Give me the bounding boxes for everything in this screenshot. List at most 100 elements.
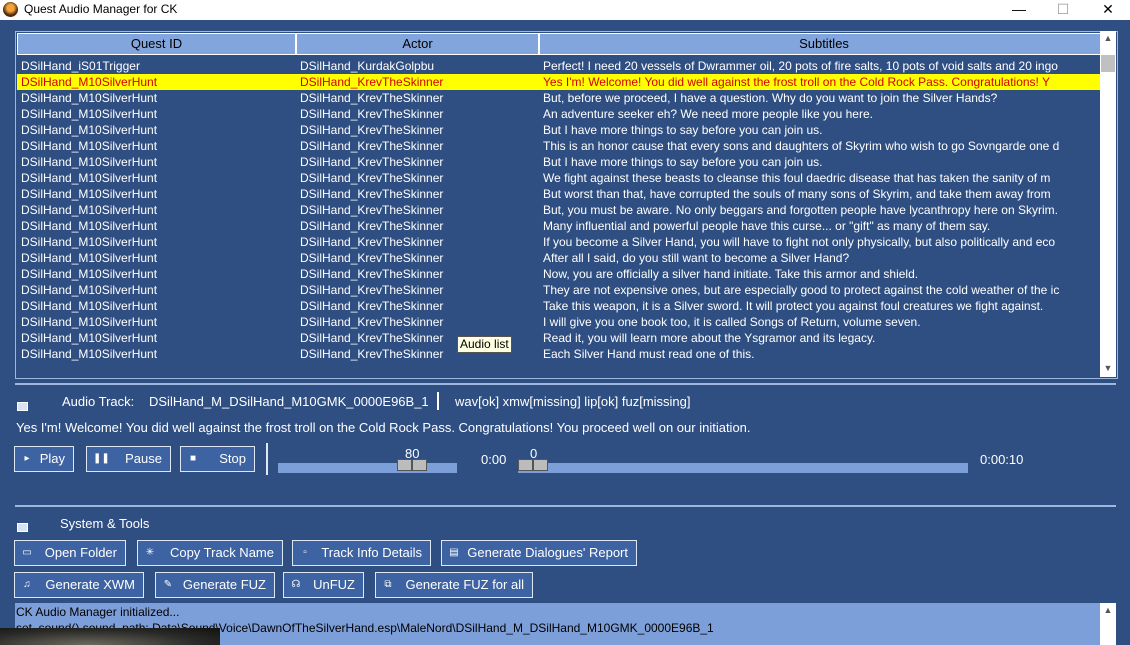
table-row[interactable]: DSilHand_M10SilverHunt DSilHand_KrevTheSk… [17, 250, 1100, 266]
log-scrollbar[interactable]: ▲ [1100, 603, 1116, 645]
pause-icon: ❚❚ [93, 453, 110, 464]
open-folder-button[interactable]: ▭ Open Folder [14, 540, 126, 566]
app-icon [3, 2, 18, 17]
speaker-icon [17, 402, 28, 411]
cell-subtitle: They are not expensive ones, but are esp… [543, 283, 1060, 297]
cell-quest-id: DSilHand_M10SilverHunt [21, 315, 158, 329]
cell-quest-id: DSilHand_M10SilverHunt [21, 347, 158, 361]
cell-quest-id: DSilHand_M10SilverHunt [21, 91, 158, 105]
table-row[interactable]: DSilHand_M10SilverHunt DSilHand_KrevTheSk… [17, 138, 1100, 154]
cell-subtitle: Take this weapon, it is a Silver sword. … [543, 299, 1044, 313]
cell-actor: DSilHand_KrevTheSkinner [300, 171, 444, 185]
column-header-subtitles[interactable]: Subtitles [539, 33, 1109, 55]
cell-actor: DSilHand_KrevTheSkinner [300, 251, 444, 265]
play-button[interactable]: ▸ Play [14, 446, 74, 472]
table-row[interactable]: DSilHand_M10SilverHunt DSilHand_KrevTheSk… [17, 202, 1100, 218]
cell-subtitle: We fight against these beasts to cleanse… [543, 171, 1051, 185]
table-row[interactable]: DSilHand_M10SilverHunt DSilHand_KrevTheSk… [17, 74, 1100, 90]
system-tools-title: System & Tools [60, 516, 150, 531]
column-header-quest-id[interactable]: Quest ID [17, 33, 296, 55]
audio-list-tooltip: Audio list [457, 336, 512, 353]
cell-actor: DSilHand_KrevTheSkinner [300, 235, 444, 249]
cell-actor: DSilHand_KrevTheSkinner [300, 123, 444, 137]
cell-subtitle: But I have more things to say before you… [543, 155, 823, 169]
track-info-button[interactable]: ▫ Track Info Details [292, 540, 431, 566]
cell-actor: DSilHand_KrevTheSkinner [300, 91, 444, 105]
table-row[interactable]: DSilHand_iS01Trigger DSilHand_KurdakGolpb… [17, 58, 1100, 74]
table-row[interactable]: DSilHand_M10SilverHunt DSilHand_KrevTheSk… [17, 330, 1100, 346]
table-row[interactable]: DSilHand_M10SilverHunt DSilHand_KrevTheSk… [17, 266, 1100, 282]
cell-quest-id: DSilHand_M10SilverHunt [21, 299, 158, 313]
log-scroll-up-icon[interactable]: ▲ [1100, 603, 1116, 617]
cell-quest-id: DSilHand_M10SilverHunt [21, 171, 158, 185]
music-icon: ♫ [23, 579, 31, 590]
table-row[interactable]: DSilHand_M10SilverHunt DSilHand_KrevTheSk… [17, 154, 1100, 170]
grid-scrollbar[interactable]: ▲ ▼ [1100, 31, 1116, 377]
play-icon: ▸ [24, 453, 30, 464]
divider [15, 383, 1116, 385]
log-line: CK Audio Manager initialized... [16, 605, 180, 619]
cell-quest-id: DSilHand_M10SilverHunt [21, 155, 158, 169]
table-row[interactable]: DSilHand_M10SilverHunt DSilHand_KrevTheSk… [17, 90, 1100, 106]
table-row[interactable]: DSilHand_M10SilverHunt DSilHand_KrevTheSk… [17, 234, 1100, 250]
cell-quest-id: DSilHand_M10SilverHunt [21, 203, 158, 217]
cell-subtitle: I will give you one book too, it is call… [543, 315, 921, 329]
hand-icon: ✎ [163, 579, 173, 590]
cell-quest-id: DSilHand_M10SilverHunt [21, 219, 158, 233]
cell-quest-id: DSilHand_M10SilverHunt [21, 283, 158, 297]
cell-subtitle: An adventure seeker eh? We need more peo… [543, 107, 873, 121]
copy-track-name-button[interactable]: ✳ Copy Track Name [137, 540, 283, 566]
generate-fuz-all-button[interactable]: ⧉ Generate FUZ for all [375, 572, 533, 598]
cell-quest-id: DSilHand_M10SilverHunt [21, 267, 158, 281]
cell-subtitle: Read it, you will learn more about the Y… [543, 331, 876, 345]
scroll-up-arrow-icon[interactable]: ▲ [1100, 31, 1116, 45]
generate-fuz-button[interactable]: ✎ Generate FUZ [155, 572, 275, 598]
position-slider[interactable] [518, 459, 968, 473]
cell-quest-id: DSilHand_M10SilverHunt [21, 235, 158, 249]
maximize-button[interactable]: ☐ [1040, 0, 1086, 20]
scroll-thumb[interactable] [1101, 55, 1115, 72]
scroll-down-arrow-icon[interactable]: ▼ [1100, 361, 1116, 375]
cell-actor: DSilHand_KrevTheSkinner [300, 107, 444, 121]
stop-button[interactable]: ■ Stop [180, 446, 255, 472]
unfuz-button[interactable]: ☊ UnFUZ [283, 572, 364, 598]
generate-xwm-button[interactable]: ♫ Generate XWM [14, 572, 144, 598]
cell-quest-id: DSilHand_M10SilverHunt [21, 187, 158, 201]
audio-track-label: Audio Track: [62, 394, 135, 409]
cell-actor: DSilHand_KrevTheSkinner [300, 267, 444, 281]
table-row[interactable]: DSilHand_M10SilverHunt DSilHand_KrevTheSk… [17, 346, 1100, 362]
cell-quest-id: DSilHand_M10SilverHunt [21, 251, 158, 265]
table-row[interactable]: DSilHand_M10SilverHunt DSilHand_KrevTheSk… [17, 186, 1100, 202]
table-row[interactable]: DSilHand_M10SilverHunt DSilHand_KrevTheSk… [17, 218, 1100, 234]
window-title: Quest Audio Manager for CK [24, 2, 178, 16]
table-row[interactable]: DSilHand_M10SilverHunt DSilHand_KrevTheSk… [17, 170, 1100, 186]
cell-subtitle: After all I said, do you still want to b… [543, 251, 850, 265]
cell-actor: DSilHand_KrevTheSkinner [300, 283, 444, 297]
table-row[interactable]: DSilHand_M10SilverHunt DSilHand_KrevTheSk… [17, 298, 1100, 314]
folder-icon: ▭ [22, 547, 32, 558]
table-row[interactable]: DSilHand_M10SilverHunt DSilHand_KrevTheSk… [17, 106, 1100, 122]
audio-list-grid[interactable]: Quest ID Actor Subtitles DSilHand_iS01Tr… [15, 31, 1118, 379]
volume-slider-thumb[interactable] [397, 459, 427, 471]
divider [15, 505, 1116, 507]
cell-quest-id: DSilHand_M10SilverHunt [21, 75, 158, 89]
report-icon: ▤ [449, 547, 459, 558]
info-icon: ▫ [303, 547, 307, 558]
table-row[interactable]: DSilHand_M10SilverHunt DSilHand_KrevTheSk… [17, 314, 1100, 330]
cell-subtitle: Yes I'm! Welcome! You did well against t… [543, 75, 1051, 89]
table-row[interactable]: DSilHand_M10SilverHunt DSilHand_KrevTheSk… [17, 282, 1100, 298]
close-button[interactable]: ✕ [1085, 0, 1130, 20]
volume-slider[interactable] [278, 459, 457, 473]
pause-button[interactable]: ❚❚ Pause [86, 446, 171, 472]
cell-actor: DSilHand_KrevTheSkinner [300, 75, 444, 89]
cell-actor: DSilHand_KurdakGolpbu [300, 59, 435, 73]
table-row[interactable]: DSilHand_M10SilverHunt DSilHand_KrevTheSk… [17, 122, 1100, 138]
headphones-icon: ☊ [291, 579, 301, 590]
copy-icon: ✳ [145, 547, 155, 558]
column-header-actor[interactable]: Actor [296, 33, 539, 55]
generate-report-button[interactable]: ▤ Generate Dialogues' Report [441, 540, 637, 566]
background-fragment [0, 628, 220, 645]
minimize-button[interactable]: — [996, 0, 1042, 20]
position-slider-thumb[interactable] [518, 459, 548, 471]
cell-subtitle: But, you must be aware. No only beggars … [543, 203, 1058, 217]
